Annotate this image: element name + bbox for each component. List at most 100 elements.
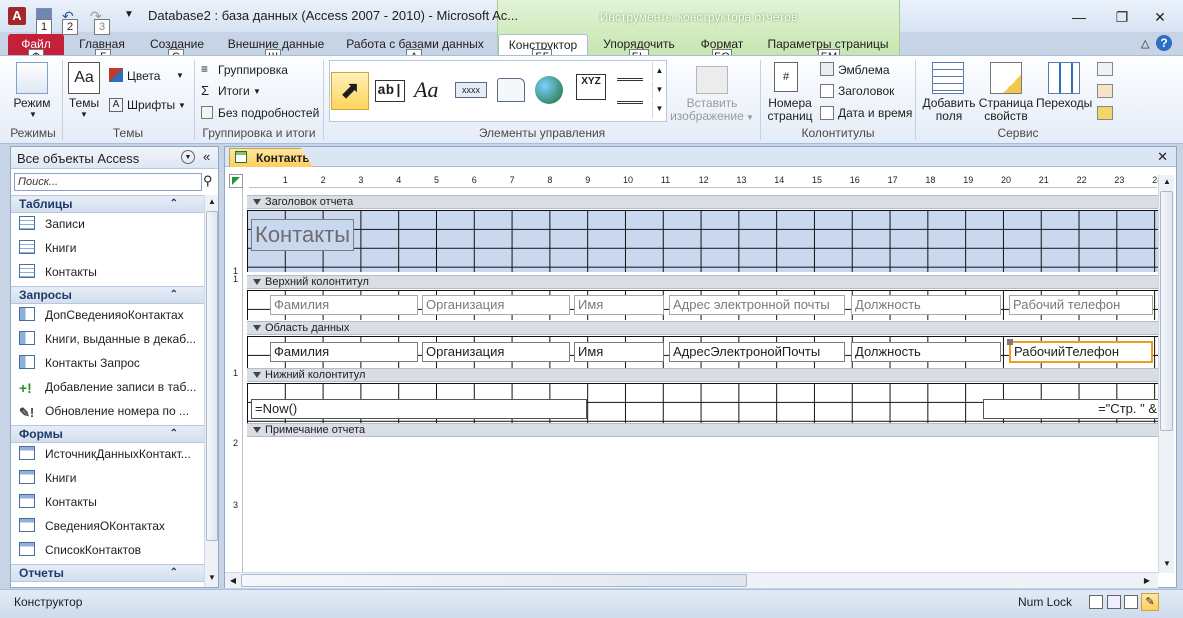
button-control[interactable]: xxxx: [455, 82, 487, 98]
nav-item-query[interactable]: ДопСведенияоКонтактах: [19, 304, 204, 326]
hide-details-button[interactable]: Без подробностей: [218, 105, 319, 121]
nav-scroll-down-icon[interactable]: ▼: [206, 571, 218, 585]
report-title-label[interactable]: Контакты: [251, 219, 355, 251]
textbox-control[interactable]: ab|: [375, 80, 405, 102]
nav-scroll-up-icon[interactable]: ▲: [206, 195, 218, 209]
nav-item-form[interactable]: Книги: [19, 467, 204, 489]
view-layout-icon[interactable]: [1124, 595, 1138, 609]
property-sheet-icon[interactable]: [990, 62, 1022, 94]
footer-now-field[interactable]: =Now(): [251, 399, 587, 419]
field-email[interactable]: АдресЭлектронойПочты: [669, 342, 845, 362]
view-design-icon[interactable]: ✎: [1141, 593, 1159, 611]
nav-item-query[interactable]: Книги, выданные в декаб...: [19, 328, 204, 350]
header-label-work-phone[interactable]: Рабочий телефон: [1009, 295, 1153, 315]
gallery-more-icon[interactable]: ▼: [652, 100, 666, 118]
qat-customize-icon[interactable]: ▼: [124, 9, 134, 20]
page-numbers-button[interactable]: Номера страниц: [764, 97, 816, 123]
view-mode-dropdown-icon[interactable]: ▼: [29, 110, 37, 119]
field-firstname[interactable]: Имя: [574, 342, 664, 362]
chevron-up-icon[interactable]: ⌃: [170, 426, 178, 442]
chevron-up-icon[interactable]: ⌃: [170, 565, 178, 581]
tab-control[interactable]: [497, 78, 525, 102]
report-selector[interactable]: [229, 174, 243, 188]
gallery-scroll-up-icon[interactable]: ▲: [652, 62, 666, 80]
colors-button[interactable]: Цвета: [127, 68, 160, 84]
horizontal-ruler[interactable]: 123456789101112131415161718192021222324: [249, 174, 1162, 188]
nav-item-table[interactable]: Записи: [19, 213, 204, 235]
hide-details-icon[interactable]: [201, 106, 213, 119]
nav-item-form[interactable]: СписокКонтактов: [19, 539, 204, 561]
header-label-email[interactable]: Адрес электронной почты: [669, 295, 845, 315]
field-position[interactable]: Должность: [851, 342, 1001, 362]
nav-item-append-query[interactable]: +! Добавление записи в таб...: [19, 376, 204, 398]
nav-item-form[interactable]: Контакты: [19, 491, 204, 513]
nav-pane-menu-icon[interactable]: ▼: [181, 150, 195, 164]
nav-section-tables[interactable]: Таблицы ⌃: [11, 195, 204, 213]
nav-section-reports[interactable]: Отчеты ⌃: [11, 564, 204, 582]
fonts-dropdown-icon[interactable]: ▼: [178, 101, 186, 110]
close-icon[interactable]: ✕: [1146, 7, 1174, 27]
nav-item-table[interactable]: Контакты: [19, 261, 204, 283]
band-detail-bar[interactable]: Область данных: [247, 321, 1158, 335]
select-pointer-control[interactable]: ⬈: [331, 72, 369, 110]
logo-button[interactable]: Эмблема: [838, 62, 890, 78]
nav-pane-header[interactable]: Все объекты Access ▼ «: [11, 147, 218, 169]
colors-dropdown-icon[interactable]: ▼: [176, 71, 184, 80]
transitions-icon[interactable]: [1048, 62, 1080, 94]
footer-page-field[interactable]: ="Стр. " &: [983, 399, 1159, 419]
nav-search-input[interactable]: Поиск...: [14, 173, 202, 191]
band-report-header-area[interactable]: [247, 210, 1158, 272]
view-mode-icon[interactable]: [16, 62, 48, 94]
design-vscroll-thumb[interactable]: [1160, 191, 1173, 431]
nav-scroll-thumb[interactable]: [206, 211, 218, 541]
grouping-button[interactable]: Группировка: [218, 62, 288, 78]
design-vertical-scrollbar[interactable]: ▲ ▼: [1158, 175, 1174, 573]
view-code-icon[interactable]: [1097, 84, 1113, 98]
property-sheet-button[interactable]: Страница свойств: [978, 97, 1034, 123]
nav-item-query[interactable]: Контакты Запрос: [19, 352, 204, 374]
title-button[interactable]: Заголовок: [838, 83, 894, 99]
band-report-header-bar[interactable]: Заголовок отчета: [247, 195, 1158, 209]
design-scroll-up-icon[interactable]: ▲: [1160, 175, 1174, 189]
nav-item-update-query[interactable]: ✎! Обновление номера по ...: [19, 400, 204, 422]
field-lastname[interactable]: Фамилия: [270, 342, 418, 362]
date-time-button[interactable]: Дата и время: [838, 105, 912, 121]
selection-move-handle[interactable]: [1007, 339, 1013, 345]
nav-item-table[interactable]: Книги: [19, 237, 204, 259]
field-organization[interactable]: Организация: [422, 342, 570, 362]
totals-dropdown-icon[interactable]: ▼: [253, 87, 261, 96]
themes-button[interactable]: Темы: [64, 97, 104, 110]
page-break-control-icon[interactable]: [617, 78, 643, 104]
totals-icon[interactable]: Σ: [201, 83, 209, 98]
nav-item-form[interactable]: ИсточникДанныхКонтакт...: [19, 443, 204, 465]
date-time-icon[interactable]: [820, 106, 834, 120]
minimize-icon[interactable]: —: [1065, 7, 1093, 27]
view-report-icon[interactable]: [1089, 595, 1103, 609]
fonts-icon[interactable]: A: [109, 98, 123, 112]
label-control[interactable]: Aa: [414, 77, 438, 103]
band-page-header-bar[interactable]: Верхний колонтитул: [247, 275, 1158, 289]
minimize-ribbon-icon[interactable]: △: [1141, 37, 1149, 50]
title-icon[interactable]: [820, 84, 834, 98]
maximize-icon[interactable]: ❐: [1108, 7, 1136, 27]
band-page-footer-bar[interactable]: Нижний колонтитул: [247, 368, 1158, 382]
design-hscroll-thumb[interactable]: [241, 574, 747, 587]
add-fields-button[interactable]: Добавить поля: [920, 97, 978, 123]
subform-icon[interactable]: [1097, 62, 1113, 76]
view-print-preview-icon[interactable]: [1107, 595, 1121, 609]
totals-button[interactable]: Итоги: [218, 83, 250, 99]
hyperlink-control-icon[interactable]: [535, 76, 563, 104]
header-label-firstname[interactable]: Имя: [574, 295, 664, 315]
grouping-icon[interactable]: ≡: [201, 62, 208, 76]
logo-icon[interactable]: [820, 62, 834, 76]
chevron-up-icon[interactable]: ⌃: [170, 196, 178, 212]
page-numbers-icon[interactable]: #: [774, 62, 798, 92]
gallery-scroll-down-icon[interactable]: ▼: [652, 81, 666, 99]
band-report-footer-bar[interactable]: Примечание отчета: [247, 423, 1158, 437]
help-icon[interactable]: ?: [1156, 35, 1172, 51]
field-work-phone[interactable]: РабочийТелефон: [1009, 341, 1153, 363]
themes-icon[interactable]: Aa: [68, 62, 100, 94]
document-close-icon[interactable]: ✕: [1157, 149, 1168, 165]
vertical-ruler[interactable]: 11123: [229, 188, 243, 578]
nav-section-queries[interactable]: Запросы ⌃: [11, 286, 204, 304]
